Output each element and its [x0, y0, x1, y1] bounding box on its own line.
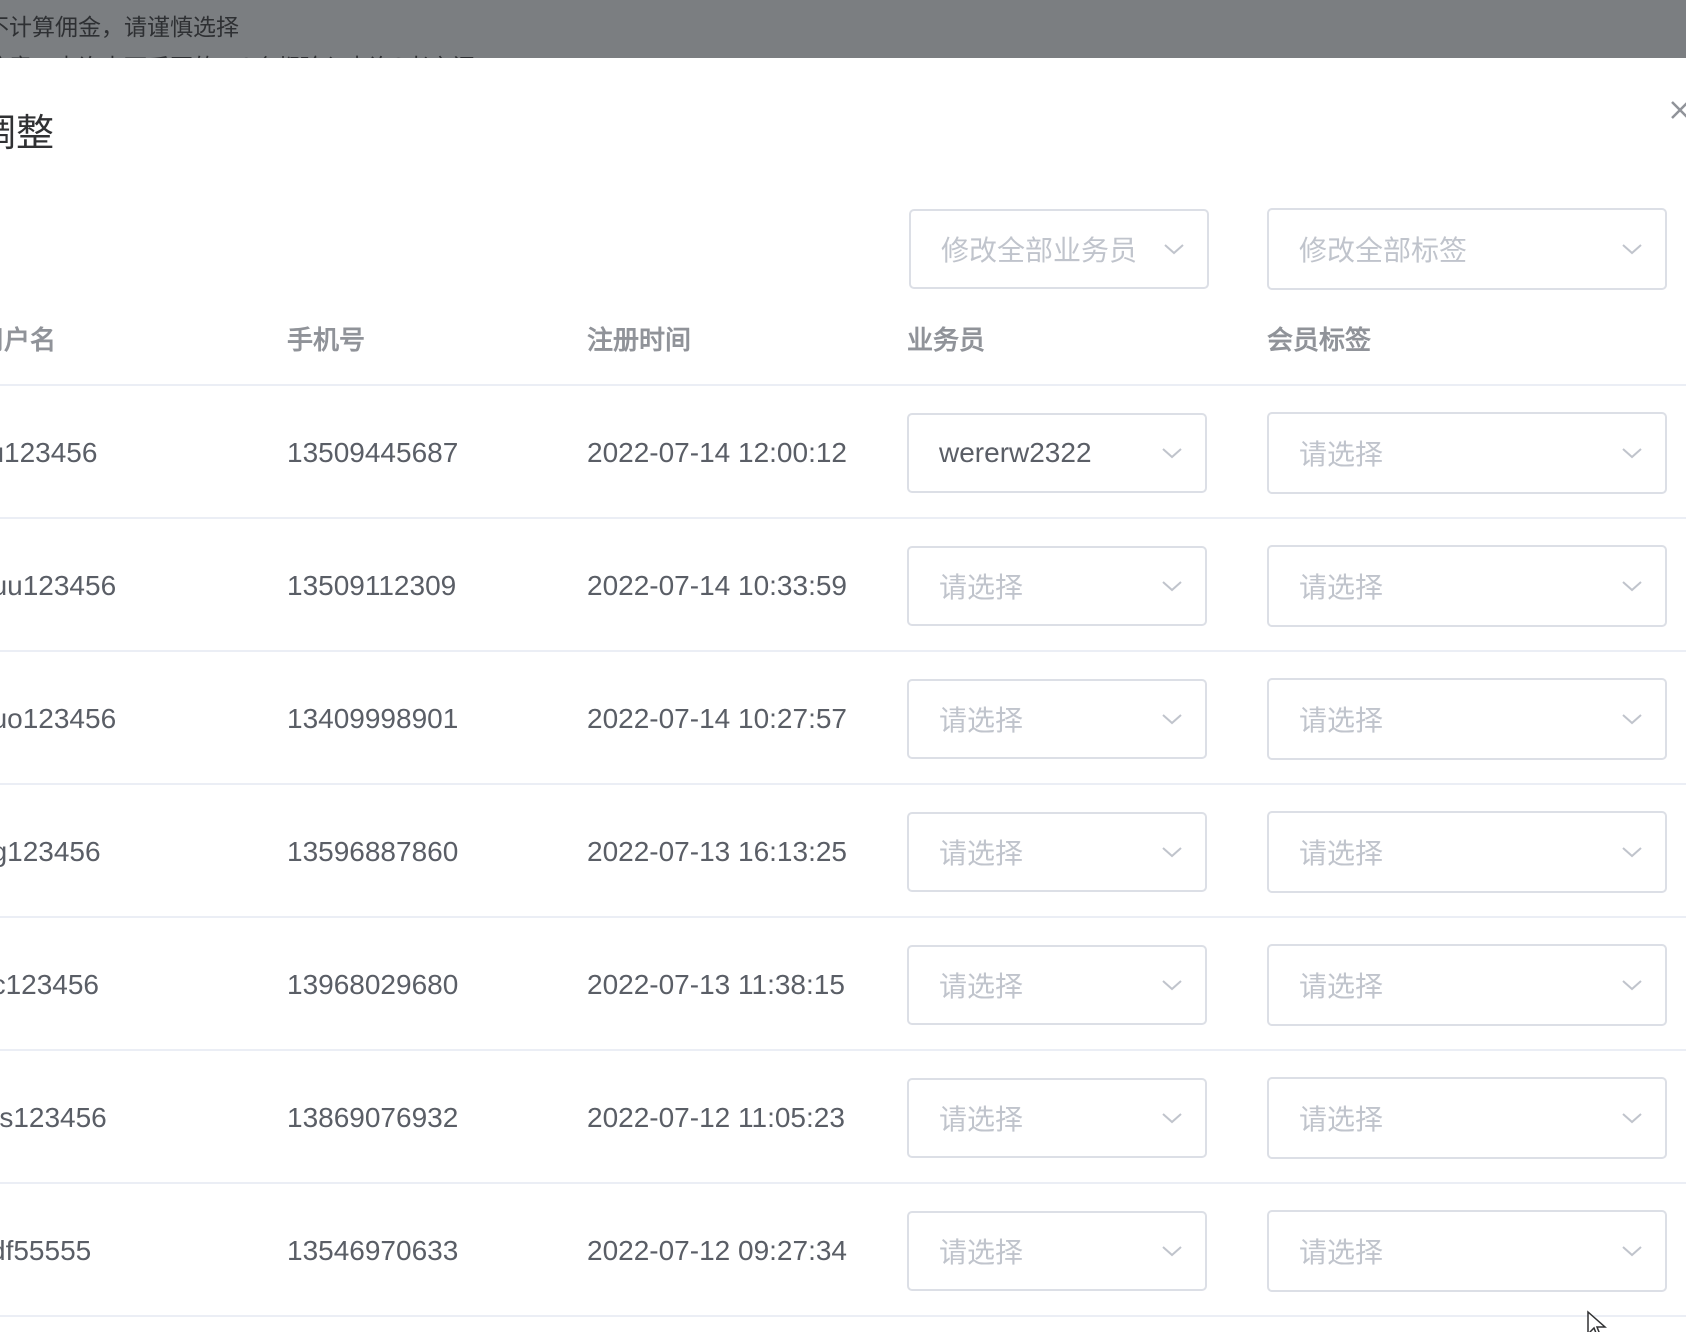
select-value: wererw2322 — [939, 437, 1092, 468]
column-header-member-tag: 会员标签 — [1267, 326, 1372, 356]
cell-register-time: 2022-07-14 10:33:59 — [587, 569, 847, 601]
cell-register-time: 2022-07-14 10:27:57 — [587, 702, 847, 734]
mouse-pointer-icon — [1587, 1310, 1607, 1332]
row-divider — [0, 1315, 1686, 1317]
cell-username: ms123456 — [0, 1101, 107, 1133]
column-header-phone: 手机号 — [287, 326, 366, 356]
select-placeholder: 修改全部标签 — [1299, 235, 1468, 266]
select-value: 请选择 — [1299, 705, 1384, 736]
cell-register-time: 2022-07-12 09:27:34 — [587, 1234, 847, 1266]
select-value: 请选择 — [1299, 439, 1384, 470]
member-tag-select[interactable]: 请选择 — [1267, 944, 1667, 1026]
cell-phone: 13869076932 — [287, 1101, 459, 1133]
select-value: 请选择 — [1299, 1104, 1384, 1135]
chevron-down-icon — [1162, 980, 1182, 991]
cell-phone: 13596887860 — [287, 835, 459, 867]
backdrop-page: 不计算佣金，请谨慎选择 注意：查询由下后页的，0个都验入查询3老之间 — [0, 0, 1686, 58]
salesperson-select[interactable]: 请选择 — [907, 945, 1207, 1025]
member-tag-select[interactable]: 请选择 — [1267, 1077, 1667, 1159]
salesperson-select[interactable]: 请选择 — [907, 1078, 1207, 1158]
chevron-down-icon — [1162, 847, 1182, 858]
cell-username: huu123456 — [0, 569, 117, 601]
chevron-down-icon — [1164, 244, 1184, 255]
chevron-down-icon — [1162, 581, 1182, 592]
cell-username: sdf55555 — [0, 1234, 92, 1266]
select-value: 请选择 — [939, 1237, 1024, 1268]
column-header-username: 用户名 — [0, 326, 57, 356]
select-value: 请选择 — [939, 971, 1024, 1002]
cell-phone: 13546970633 — [287, 1234, 459, 1266]
salesperson-select[interactable]: 请选择 — [907, 1211, 1207, 1291]
table-row: sdf55555 13546970633 2022-07-12 09:27:34 请选… — [0, 1184, 1686, 1317]
select-value: 请选择 — [939, 838, 1024, 869]
chevron-down-icon — [1622, 980, 1642, 991]
chevron-down-icon — [1622, 847, 1642, 858]
adjust-dialog: 调整 修改全部业务员 修改全部标签 用户名 手机号 注册时间 业务员 会员标签 … — [0, 58, 1686, 1332]
chevron-down-icon — [1622, 1113, 1642, 1124]
table-row: huu123456 13509112309 2022-07-14 10:33:59 请… — [0, 519, 1686, 652]
chevron-down-icon — [1622, 714, 1642, 725]
column-header-salesperson: 业务员 — [907, 326, 986, 356]
chevron-down-icon — [1162, 448, 1182, 459]
member-tag-select[interactable]: 请选择 — [1267, 1210, 1667, 1292]
member-tag-select[interactable]: 请选择 — [1267, 412, 1667, 494]
table-row: ms123456 13869076932 2022-07-12 11:05:23 请选… — [0, 1051, 1686, 1184]
column-header-register-time: 注册时间 — [587, 326, 692, 356]
cell-username: guo123456 — [0, 702, 117, 734]
cell-phone: 13968029680 — [287, 968, 459, 1000]
bulk-member-tag-select[interactable]: 修改全部标签 — [1267, 208, 1667, 290]
cell-register-time: 2022-07-13 11:38:15 — [587, 968, 845, 1000]
select-value: 请选择 — [1299, 971, 1384, 1002]
cell-phone: 13509445687 — [287, 436, 459, 468]
cell-username: liu123456 — [0, 436, 98, 468]
chevron-down-icon — [1162, 1246, 1182, 1257]
member-tag-select[interactable]: 请选择 — [1267, 545, 1667, 627]
chevron-down-icon — [1162, 1113, 1182, 1124]
table-row: guo123456 13409998901 2022-07-14 10:27:57 请… — [0, 652, 1686, 785]
chevron-down-icon — [1622, 244, 1642, 255]
cell-username: ng123456 — [0, 835, 101, 867]
select-value: 请选择 — [939, 1104, 1024, 1135]
close-button[interactable] — [1660, 78, 1686, 138]
cell-register-time: 2022-07-12 11:05:23 — [587, 1101, 845, 1133]
select-value: 请选择 — [939, 705, 1024, 736]
backdrop-note: 注意：查询由下后页的，0个都验入查询3老之间 — [0, 48, 475, 58]
cell-username: hc123456 — [0, 968, 100, 1000]
select-value: 请选择 — [1299, 572, 1384, 603]
bulk-salesperson-select[interactable]: 修改全部业务员 — [909, 209, 1209, 289]
close-icon — [1671, 101, 1686, 119]
select-value: 请选择 — [1299, 1237, 1384, 1268]
salesperson-select[interactable]: 请选择 — [907, 546, 1207, 626]
select-placeholder: 修改全部业务员 — [941, 235, 1138, 266]
select-value: 请选择 — [939, 572, 1024, 603]
chevron-down-icon — [1622, 448, 1642, 459]
chevron-down-icon — [1162, 714, 1182, 725]
salesperson-select[interactable]: 请选择 — [907, 679, 1207, 759]
cell-phone: 13509112309 — [287, 569, 457, 601]
cell-register-time: 2022-07-14 12:00:12 — [587, 436, 847, 468]
chevron-down-icon — [1622, 1246, 1642, 1257]
cell-register-time: 2022-07-13 16:13:25 — [587, 835, 847, 867]
table-row: liu123456 13509445687 2022-07-14 12:00:12 w… — [0, 386, 1686, 519]
member-tag-select[interactable]: 请选择 — [1267, 811, 1667, 893]
table-row: ng123456 13596887860 2022-07-13 16:13:25 请选… — [0, 785, 1686, 918]
salesperson-select[interactable]: wererw2322 — [907, 413, 1207, 493]
backdrop-note: 不计算佣金，请谨慎选择 — [0, 15, 239, 41]
table-row: hc123456 13968029680 2022-07-13 11:38:15 请选… — [0, 918, 1686, 1051]
select-value: 请选择 — [1299, 838, 1384, 869]
cell-phone: 13409998901 — [287, 702, 459, 734]
salesperson-select[interactable]: 请选择 — [907, 812, 1207, 892]
member-tag-select[interactable]: 请选择 — [1267, 678, 1667, 760]
chevron-down-icon — [1622, 581, 1642, 592]
dialog-title: 调整 — [0, 111, 55, 155]
